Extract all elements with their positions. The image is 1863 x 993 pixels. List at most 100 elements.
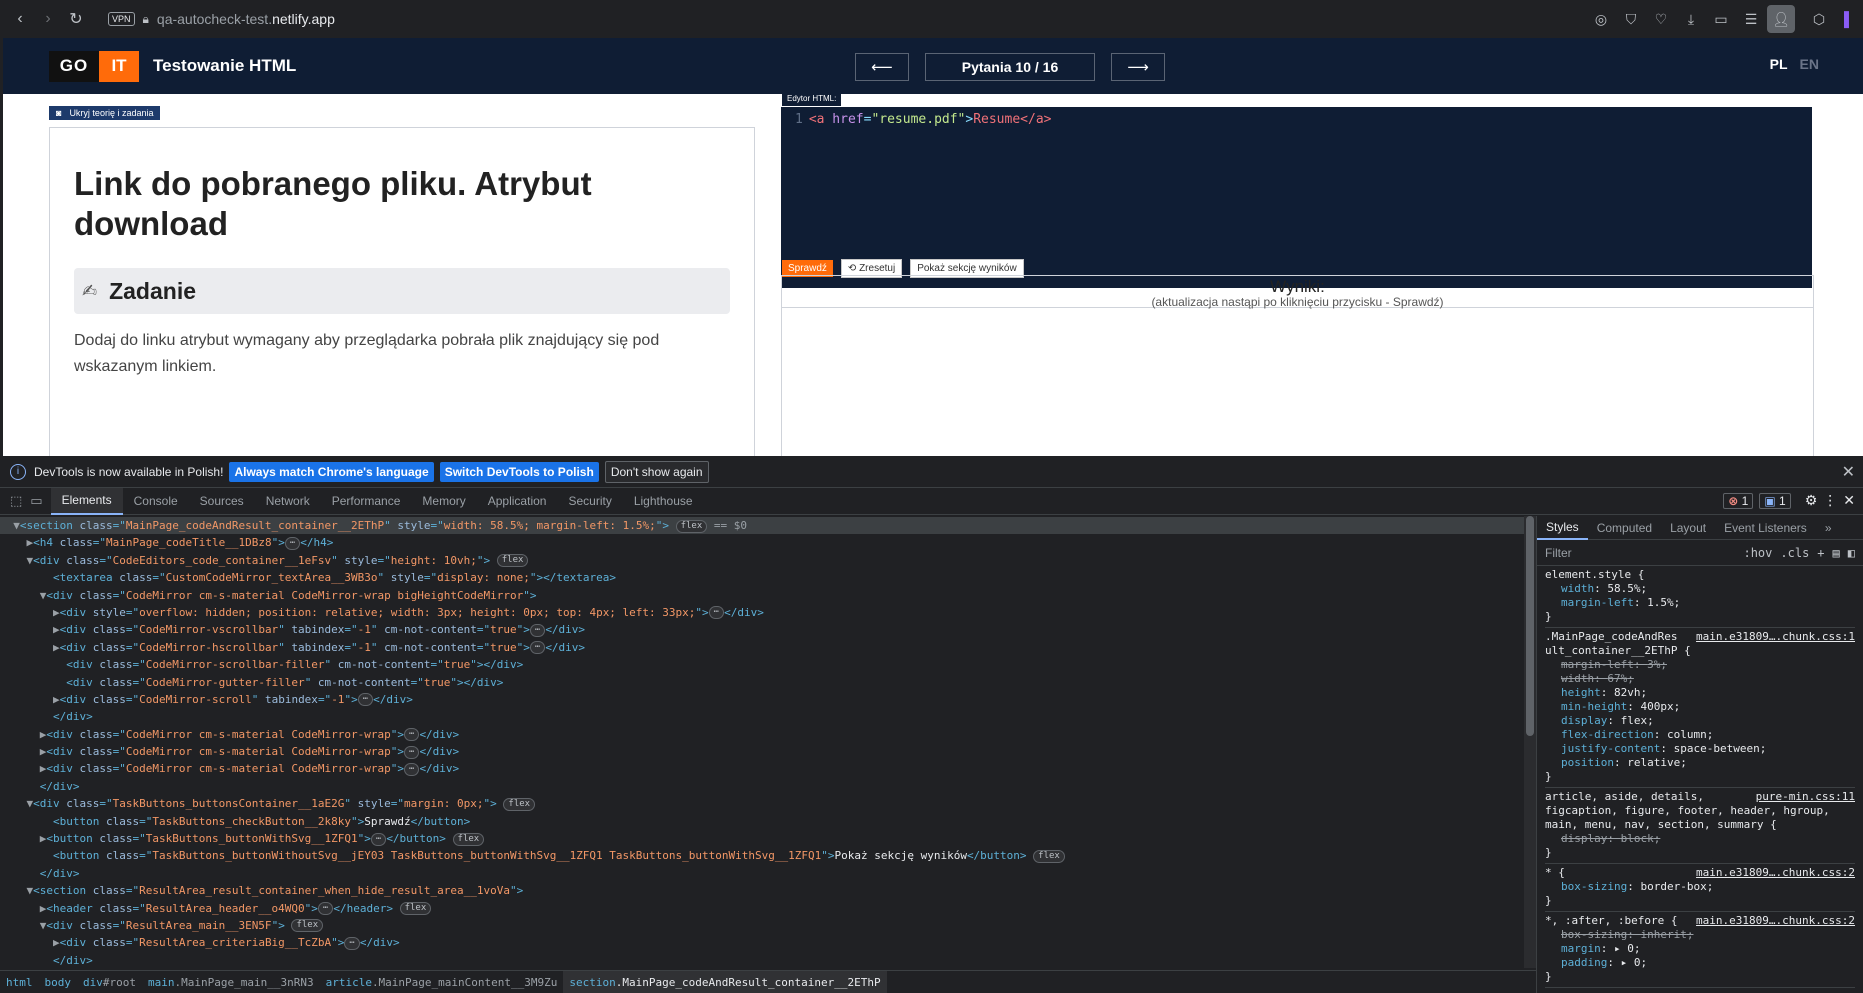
tab-lighthouse[interactable]: Lighthouse (623, 488, 704, 515)
dom-ellipsis[interactable]: ⋯ (708, 606, 725, 620)
back-icon[interactable]: ‹ (6, 5, 34, 33)
tab-memory[interactable]: Memory (411, 488, 476, 515)
tab-elements[interactable]: Elements (50, 487, 123, 515)
message-badge[interactable]: ▣ 1 (1759, 492, 1791, 509)
breadcrumb-item[interactable]: main .MainPage_main__3nRN3 (142, 971, 320, 993)
breadcrumb-item[interactable]: div #root (77, 971, 142, 993)
flex-badge[interactable]: flex (291, 919, 324, 933)
style-declaration[interactable]: margin: ▸ 0; (1545, 942, 1855, 956)
style-declaration[interactable]: height: 82vh; (1545, 686, 1855, 700)
rule-source-link[interactable]: main.e31809….chunk.css:2 (1696, 866, 1855, 880)
settings-sliders-icon[interactable]: ☰ (1737, 5, 1765, 33)
style-declaration[interactable]: width: 58.5%; (1545, 582, 1855, 596)
dom-ellipsis[interactable]: ⋯ (370, 832, 387, 846)
more-tabs-icon[interactable]: » (1816, 516, 1841, 540)
dom-node[interactable]: ▼<section class="MainPage_codeAndResult_… (0, 517, 1524, 535)
dom-node[interactable]: ▶<div class="CodeMirror-hscrollbar" tabi… (0, 639, 1524, 656)
lang-pl[interactable]: PL (1770, 56, 1788, 72)
style-declaration[interactable]: margin-left: 3%; (1545, 658, 1855, 672)
styles-filter[interactable]: Filter :hov .cls + ▤ ◧ (1537, 540, 1863, 566)
styles-tab-layout[interactable]: Layout (1661, 516, 1715, 540)
dom-ellipsis[interactable]: ⋯ (529, 623, 546, 637)
dom-node[interactable]: <button class="TaskButtons_buttonWithout… (0, 847, 1524, 864)
breadcrumb-item[interactable]: article .MainPage_mainContent__3M9Zu (320, 971, 564, 993)
dom-ellipsis[interactable]: ⋯ (344, 936, 360, 950)
styles-tab-event-listeners[interactable]: Event Listeners (1715, 516, 1816, 540)
dom-node[interactable]: <div class="CodeMirror-gutter-filler" cm… (0, 674, 1524, 691)
style-declaration[interactable]: display: flex; (1545, 714, 1855, 728)
style-declaration[interactable]: justify-content: space-between; (1545, 742, 1855, 756)
dom-node[interactable]: ▼<div class="CodeEditors_code_container_… (0, 552, 1524, 569)
dom-node[interactable]: ▼<div class="TaskButtons_buttonsContaine… (0, 795, 1524, 812)
lang-en[interactable]: EN (1800, 56, 1819, 72)
dont-show-again-button[interactable]: Don't show again (604, 460, 709, 483)
flex-badge[interactable]: flex (503, 797, 536, 811)
dom-node[interactable]: ▶<div style="overflow: hidden; position:… (0, 604, 1524, 621)
extensions-icon[interactable]: ⬡ (1805, 5, 1833, 33)
dom-ellipsis[interactable]: ⋯ (284, 536, 301, 550)
battery-icon[interactable]: ▭ (1707, 5, 1735, 33)
inspect-icon[interactable]: ⬚ (10, 493, 22, 509)
dom-ellipsis[interactable]: ⋯ (404, 728, 420, 742)
style-declaration[interactable]: padding: ▸ 0; (1545, 956, 1855, 970)
device-toolbar-icon[interactable]: ▭ (30, 493, 42, 509)
tab-application[interactable]: Application (477, 488, 558, 515)
error-badge[interactable]: ⊗ 1 (1723, 492, 1754, 509)
dom-node[interactable]: <textarea class="CustomCodeMirror_textAr… (0, 569, 1524, 586)
paint-icon[interactable]: ▤ (1833, 546, 1840, 560)
dom-node[interactable]: <button class="TaskButtons_checkButton__… (0, 813, 1524, 830)
dom-node[interactable]: ▼<div class="ResultArea_main__3EN5F"> fl… (0, 917, 1524, 934)
style-declaration[interactable]: min-height: 400px; (1545, 700, 1855, 714)
switch-polish-button[interactable]: Switch DevTools to Polish (439, 461, 599, 482)
dom-node[interactable]: <div class="CodeMirror-scrollbar-filler"… (0, 656, 1524, 673)
flex-badge[interactable]: flex (399, 902, 432, 916)
elements-scrollbar[interactable] (1524, 516, 1536, 968)
dom-ellipsis[interactable]: ⋯ (357, 693, 374, 707)
address-bar[interactable]: VPN 🔒︎ qa-autocheck-test. netlify.app (108, 11, 335, 27)
dom-ellipsis[interactable]: ⋯ (404, 745, 420, 759)
dom-node[interactable]: ▶<button class="TaskButtons_buttonWithSv… (0, 830, 1524, 847)
profile-icon[interactable]: 👤︎ (1767, 5, 1795, 33)
rule-source-link[interactable]: pure-min.css:11 (1756, 790, 1855, 804)
tab-console[interactable]: Console (123, 488, 189, 515)
download-icon[interactable]: ⤓ (1677, 5, 1705, 33)
tab-performance[interactable]: Performance (321, 488, 412, 515)
dom-node[interactable]: ▶<div class="CodeMirror-scroll" tabindex… (0, 691, 1524, 708)
flex-badge[interactable]: flex (1033, 849, 1065, 863)
toggle-sidebar-icon[interactable]: ◧ (1848, 546, 1855, 560)
dom-node[interactable]: ▶<div class="ResultArea_criteriaBig__TcZ… (0, 934, 1524, 951)
rule-source-link[interactable]: main.e31809….chunk.css:2 (1696, 914, 1855, 928)
dom-node[interactable]: ▶<div class="CodeMirror cm-s-material Co… (0, 726, 1524, 743)
gear-icon[interactable]: ⚙ (1805, 492, 1818, 509)
dom-node[interactable]: </div> (0, 778, 1524, 795)
sidebar-icon[interactable]: ▌ (1835, 5, 1863, 33)
dom-node[interactable]: ▶<h4 class="MainPage_codeTitle__1DBz8"> ⋯… (0, 534, 1524, 551)
prev-question-button[interactable]: ⟵ (855, 53, 909, 81)
add-rule-icon[interactable]: + (1817, 546, 1824, 560)
style-declaration[interactable]: width: 67%; (1545, 672, 1855, 686)
forward-icon[interactable]: › (34, 5, 62, 33)
next-question-button[interactable]: ⟶ (1111, 53, 1165, 81)
dom-node[interactable]: ▼<div class="CodeMirror cm-s-material Co… (0, 587, 1524, 604)
style-declaration[interactable]: flex-direction: column; (1545, 728, 1855, 742)
cls-toggle[interactable]: .cls (1780, 546, 1809, 560)
dom-node[interactable]: </div> (0, 865, 1524, 882)
style-declaration[interactable]: position: relative; (1545, 756, 1855, 770)
style-declaration[interactable]: margin-left: 1.5%; (1545, 596, 1855, 610)
rule-selector[interactable]: element.style { (1545, 568, 1855, 582)
dom-node[interactable]: ▶<div class="CodeMirror cm-s-material Co… (0, 760, 1524, 777)
filter-input[interactable]: Filter (1545, 546, 1572, 560)
shield-icon[interactable]: ⛉ (1617, 5, 1645, 33)
dom-ellipsis[interactable]: ⋯ (317, 902, 334, 916)
tab-security[interactable]: Security (557, 488, 622, 515)
dom-node[interactable]: ▼<section class="ResultArea_result_conta… (0, 882, 1524, 899)
lock-icon[interactable]: 🔒︎ (143, 12, 149, 27)
dom-node[interactable]: ▶<header class="ResultArea_header__o4WQ0… (0, 900, 1524, 917)
dom-ellipsis[interactable]: ⋯ (529, 641, 546, 655)
tab-sources[interactable]: Sources (189, 488, 255, 515)
breadcrumb-item[interactable]: html (0, 971, 39, 993)
close-icon[interactable]: ✕ (1842, 462, 1855, 482)
vpn-badge[interactable]: VPN (108, 12, 135, 26)
goit-logo[interactable]: GO IT (49, 50, 139, 82)
more-menu-icon[interactable]: ⋮ (1823, 492, 1837, 509)
